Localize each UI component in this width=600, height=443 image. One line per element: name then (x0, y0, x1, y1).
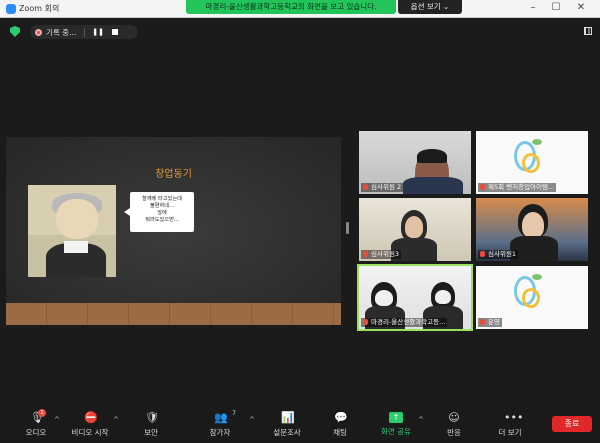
participants-options-chevron-icon[interactable]: ^ (249, 416, 255, 424)
share-label: 화면 공유 (381, 427, 411, 436)
participant-name: 심사위원 2 (361, 183, 404, 192)
video-tile[interactable]: 심사위원3 (359, 198, 471, 261)
slide-title: 창업동기 (155, 169, 192, 180)
participant-name: 심사위원3 (361, 250, 402, 259)
audio-label: 오디오 (25, 428, 47, 437)
panel-resize-handle[interactable] (346, 222, 349, 234)
audio-alert-badge: 1 (38, 409, 46, 417)
maximize-icon[interactable]: ☐ (549, 2, 563, 14)
chat-label: 채팅 (333, 428, 347, 437)
polls-button[interactable]: 📊 설문조사 (263, 412, 311, 438)
speech-line: 불편하네... (149, 203, 175, 209)
participants-icon: 👥 (214, 411, 228, 424)
shared-screen-slide: 창업동기 할께에 타고있는데 불편하네... 앞에 뭐라도있으면... (6, 137, 341, 325)
start-video-button[interactable]: ⛔ 비디오 시작 (66, 412, 114, 438)
recording-label: 기록 중... (46, 27, 77, 37)
video-tile[interactable]: 심사위원1 (476, 198, 588, 261)
zoom-logo-icon (6, 3, 16, 14)
cartoon-grandmother-image (28, 185, 116, 277)
recording-separator (84, 27, 86, 37)
audio-button[interactable]: 🎙 1 오디오 (12, 409, 60, 438)
speech-line: 할께에 타고있는데 (142, 196, 182, 202)
polls-label: 설문조사 (273, 428, 301, 437)
speech-bubble: 할께에 타고있는데 불편하네... 앞에 뭐라도있으면... (124, 192, 194, 232)
audio-options-chevron-icon[interactable]: ^ (54, 416, 60, 424)
security-shield-icon: 🛡 (145, 411, 159, 424)
recording-dot-icon (35, 28, 42, 36)
security-label: 보안 (144, 428, 158, 437)
app-title: Zoom 회의 (6, 3, 59, 14)
participant-name: 운영 (478, 318, 502, 327)
app-title-text: Zoom 회의 (19, 4, 60, 13)
close-icon[interactable]: ✕ (574, 2, 588, 14)
speech-line: 뭐라도있으면... (145, 217, 179, 223)
screen-share-banner: 마경리-울산생활과학고등학교의 화면을 보고 있습니다. (186, 0, 396, 14)
share-screen-icon: ↑ (389, 412, 403, 423)
participant-name: 마경리-울산생활과학고등... (361, 318, 448, 327)
meeting-toolbar: 🎙 1 오디오 ^ ⛔ 비디오 시작 ^ 🛡 보안 👥 7 참가자 ^ 📊 설문… (0, 404, 600, 443)
reactions-label: 반응 (447, 428, 461, 437)
encryption-shield-icon[interactable] (10, 26, 20, 37)
more-dots-icon: ••• (504, 411, 524, 424)
security-button[interactable]: 🛡 보안 (127, 412, 175, 438)
chat-bubble-icon: 💬 (334, 411, 348, 424)
participants-button[interactable]: 👥 7 참가자 (196, 410, 244, 438)
polls-bar-icon: 📊 (281, 411, 295, 424)
end-meeting-button[interactable]: 종료 (552, 416, 592, 432)
video-off-icon: ⛔ (84, 411, 98, 424)
participants-count: 7 (232, 410, 236, 417)
slide-floor (6, 303, 341, 325)
video-tile-active-speaker[interactable]: 마경리-울산생활과학고등... (357, 264, 473, 331)
stop-recording-icon[interactable] (111, 29, 118, 35)
gallery-view-button[interactable] (584, 27, 592, 35)
participants-label: 참가자 (209, 428, 231, 437)
participant-name: 심사위원1 (478, 250, 519, 259)
video-options-chevron-icon[interactable]: ^ (113, 416, 119, 424)
more-label: 더 보기 (498, 428, 522, 437)
chat-button[interactable]: 💬 채팅 (316, 412, 364, 438)
video-tile[interactable]: 운영 (476, 266, 588, 329)
share-screen-button[interactable]: ↑ 화면 공유 (372, 412, 420, 437)
speech-line: 앞에 (157, 210, 167, 216)
reactions-button[interactable]: ☺ 반응 (430, 412, 478, 438)
video-tile[interactable]: 제5회 벤처창업아이템... (476, 131, 588, 194)
grid-icon (584, 27, 592, 35)
share-options-chevron-icon[interactable]: ^ (418, 416, 424, 424)
video-label: 비디오 시작 (71, 428, 109, 437)
pause-recording-icon[interactable]: ❚❚ (92, 28, 104, 36)
more-button[interactable]: ••• 더 보기 (486, 412, 534, 438)
title-bar: Zoom 회의 마경리-울산생활과학고등학교의 화면을 보고 있습니다. 옵션 … (0, 0, 600, 18)
participant-name: 제5회 벤처창업아이템... (478, 183, 557, 192)
video-tile[interactable]: 심사위원 2 (359, 131, 471, 194)
view-options-button[interactable]: 옵션 보기 ⌄ (398, 0, 462, 14)
minimize-icon[interactable]: – (526, 2, 540, 14)
reaction-smiley-icon: ☺ (448, 411, 460, 424)
zoom-window: Zoom 회의 마경리-울산생활과학고등학교의 화면을 보고 있습니다. 옵션 … (0, 0, 600, 443)
recording-indicator: 기록 중... ❚❚ (30, 25, 138, 39)
